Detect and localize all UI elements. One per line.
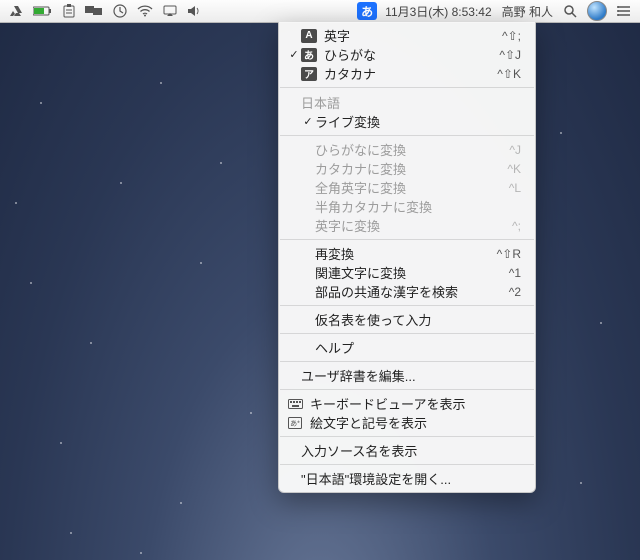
menu-item-label: ひらがなに変換 xyxy=(315,140,509,159)
shortcut: ^⇧; xyxy=(502,29,521,43)
volume-icon[interactable] xyxy=(182,0,206,22)
menu-item-label: ヘルプ xyxy=(315,338,521,357)
menu-item-label: ライブ変換 xyxy=(315,112,521,131)
shortcut: ^2 xyxy=(509,285,521,299)
related-chars[interactable]: 関連文字に変換^1 xyxy=(279,263,535,282)
menubar-username[interactable]: 高野 和人 xyxy=(497,0,558,22)
separator xyxy=(280,305,534,306)
battery-icon[interactable] xyxy=(28,0,58,22)
menu-item-label: 入力ソース名を表示 xyxy=(301,441,521,460)
siri-icon[interactable] xyxy=(582,0,612,22)
conv-eiji: 英字に変換^; xyxy=(279,216,535,235)
shortcut: ^J xyxy=(509,143,521,157)
mode-badge: ア xyxy=(301,67,317,81)
mode-katakana[interactable]: アカタカナ^⇧K xyxy=(279,64,535,83)
separator xyxy=(280,464,534,465)
separator xyxy=(280,135,534,136)
shortcut: ^⇧J xyxy=(499,48,521,62)
menu-item-label: カタカナ xyxy=(324,64,497,83)
menu-item-label: 関連文字に変換 xyxy=(315,263,509,282)
edit-user-dictionary[interactable]: ユーザ辞書を編集... xyxy=(279,366,535,385)
menu-item-label: 英字 xyxy=(324,26,502,45)
kanji-radical-search[interactable]: 部品の共通な漢字を検索^2 xyxy=(279,282,535,301)
separator xyxy=(280,361,534,362)
notification-center-icon[interactable] xyxy=(612,0,636,22)
check-icon: ✓ xyxy=(301,115,315,128)
separator xyxy=(280,436,534,437)
displays-icon[interactable] xyxy=(80,0,108,22)
separator xyxy=(280,333,534,334)
live-conversion[interactable]: ✓ライブ変換 xyxy=(279,112,535,131)
menu-item-label: ユーザ辞書を編集... xyxy=(301,366,521,385)
spotlight-icon[interactable] xyxy=(558,0,582,22)
reconvert[interactable]: 再変換^⇧R xyxy=(279,244,535,263)
menu-item-label: カタカナに変換 xyxy=(315,159,507,178)
input-source-menu: A英字^⇧; ✓あひらがな^⇧J アカタカナ^⇧K 日本語 ✓ライブ変換 ひらが… xyxy=(278,22,536,493)
shortcut: ^L xyxy=(509,181,521,195)
help[interactable]: ヘルプ xyxy=(279,338,535,357)
menu-item-label: 部品の共通な漢字を検索 xyxy=(315,282,509,301)
menu-item-label: キーボードビューアを表示 xyxy=(310,394,521,413)
shortcut: ^; xyxy=(512,219,521,233)
menu-item-label: 再変換 xyxy=(315,244,497,263)
menubar: あ 11月3日(木) 8:53:42 高野 和人 xyxy=(0,0,640,23)
menu-item-label: "日本語"環境設定を開く... xyxy=(301,469,521,488)
menu-item-label: ひらがな xyxy=(324,45,499,64)
mode-badge: A xyxy=(301,29,317,43)
airplay-icon[interactable] xyxy=(158,0,182,22)
emoji-icon: あ* xyxy=(287,416,303,430)
conv-hiragana: ひらがなに変換^J xyxy=(279,140,535,159)
shortcut: ^⇧R xyxy=(497,247,521,261)
svg-text:あ*: あ* xyxy=(290,419,300,427)
check-icon: ✓ xyxy=(287,48,301,61)
menubar-datetime[interactable]: 11月3日(木) 8:53:42 xyxy=(380,0,497,22)
separator xyxy=(280,239,534,240)
menu-item-label: 仮名表を使って入力 xyxy=(315,310,521,329)
gdrive-icon[interactable] xyxy=(4,0,28,22)
shortcut: ^1 xyxy=(509,266,521,280)
section-japanese: 日本語 xyxy=(279,92,535,112)
menu-item-label: 絵文字と記号を表示 xyxy=(310,413,521,432)
wifi-icon[interactable] xyxy=(132,0,158,22)
timemachine-icon[interactable] xyxy=(108,0,132,22)
clipboard-icon[interactable] xyxy=(58,0,80,22)
conv-fullwidth-eiji: 全角英字に変換^L xyxy=(279,178,535,197)
shortcut: ^K xyxy=(507,162,521,176)
mode-hiragana[interactable]: ✓あひらがな^⇧J xyxy=(279,45,535,64)
input-source-indicator[interactable]: あ xyxy=(357,2,377,20)
shortcut: ^⇧K xyxy=(497,67,521,81)
keyboard-icon xyxy=(287,397,303,411)
show-keyboard-viewer[interactable]: キーボードビューアを表示 xyxy=(279,394,535,413)
separator xyxy=(280,87,534,88)
conv-halfwidth-katakana: 半角カタカナに変換 xyxy=(279,197,535,216)
show-input-source-name[interactable]: 入力ソース名を表示 xyxy=(279,441,535,460)
menu-item-label: 全角英字に変換 xyxy=(315,178,509,197)
conv-katakana: カタカナに変換^K xyxy=(279,159,535,178)
kana-table-input[interactable]: 仮名表を使って入力 xyxy=(279,310,535,329)
section-label: 日本語 xyxy=(301,93,521,112)
mode-eiji[interactable]: A 英字^⇧; xyxy=(279,26,535,45)
show-emoji-symbols[interactable]: あ* 絵文字と記号を表示 xyxy=(279,413,535,432)
menu-item-label: 英字に変換 xyxy=(315,216,512,235)
mode-badge: あ xyxy=(301,48,317,62)
open-japanese-prefs[interactable]: "日本語"環境設定を開く... xyxy=(279,469,535,488)
separator xyxy=(280,389,534,390)
menu-item-label: 半角カタカナに変換 xyxy=(315,197,521,216)
